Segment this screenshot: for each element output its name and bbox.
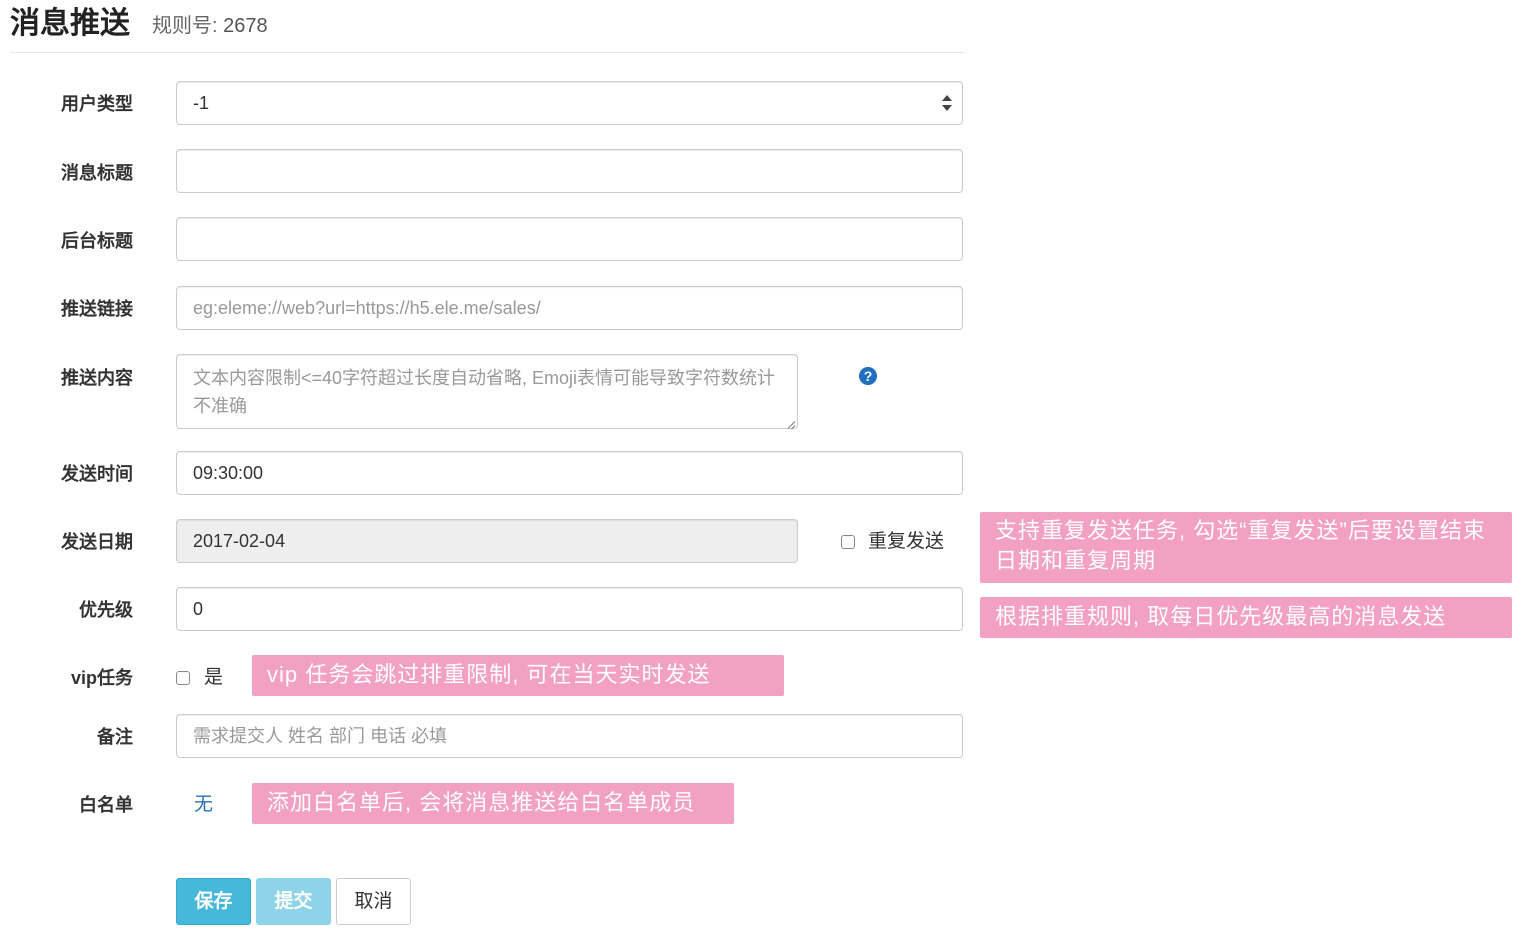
user-type-select[interactable]: -1 (176, 81, 963, 125)
push-link-input[interactable]: eg:eleme://web?url=https://h5.ele.me/sal… (176, 286, 963, 330)
user-type-label: 用户类型 (61, 94, 133, 114)
message-title-label: 消息标题 (61, 163, 133, 183)
user-type-value: -1 (193, 93, 210, 113)
push-content-placeholder: 文本内容限制<=40字符超过长度自动省略, Emoji表情可能导致字符数统计不准… (193, 368, 776, 416)
message-title-input[interactable] (176, 149, 963, 193)
whitelist-note: 添加白名单后, 会将消息推送给白名单成员 (252, 783, 734, 824)
resize-handle-icon[interactable] (785, 416, 795, 426)
backend-title-label: 后台标题 (61, 231, 133, 251)
save-button[interactable]: 保存 (176, 878, 251, 925)
whitelist-link[interactable]: 无 (194, 793, 213, 817)
push-content-textarea[interactable]: 文本内容限制<=40字符超过长度自动省略, Emoji表情可能导致字符数统计不准… (176, 354, 798, 429)
cancel-button[interactable]: 取消 (336, 878, 411, 925)
page-header: 消息推送 规则号: 2678 (10, 4, 965, 53)
vip-task-label: vip任务 (70, 668, 133, 688)
push-content-label: 推送内容 (61, 368, 133, 388)
priority-note: 根据排重规则, 取每日优先级最高的消息发送 (980, 597, 1512, 638)
whitelist-label: 白名单 (79, 795, 133, 815)
remark-label: 备注 (97, 727, 133, 747)
priority-input[interactable]: 0 (176, 587, 963, 631)
vip-task-note: vip 任务会跳过排重限制, 可在当天实时发送 (252, 655, 784, 696)
rule-number-value: 2678 (223, 15, 268, 37)
send-date-input[interactable]: 2017-02-04 (176, 519, 798, 563)
submit-button[interactable]: 提交 (256, 878, 331, 925)
select-arrows-icon (942, 95, 952, 113)
send-date-label: 发送日期 (61, 532, 133, 552)
rule-number-label: 规则号: (152, 15, 218, 37)
backend-title-input[interactable] (176, 217, 963, 261)
repeat-send-checkbox[interactable] (841, 535, 855, 549)
repeat-send-label[interactable]: 重复发送 (868, 530, 944, 554)
vip-task-checkbox[interactable] (176, 671, 190, 685)
push-link-label: 推送链接 (61, 299, 133, 319)
question-circle-icon[interactable]: ? (859, 367, 877, 385)
remark-input[interactable]: 需求提交人 姓名 部门 电话 必填 (176, 714, 963, 758)
rule-number: 规则号: 2678 (152, 13, 268, 39)
send-time-label: 发送时间 (61, 464, 133, 484)
repeat-send-note: 支持重复发送任务, 勾选“重复发送”后要设置结束日期和重复周期 (980, 512, 1512, 583)
page-title: 消息推送 (10, 7, 130, 40)
priority-label: 优先级 (79, 600, 133, 620)
vip-task-checkbox-label[interactable]: 是 (204, 666, 223, 690)
send-time-input[interactable]: 09:30:00 (176, 451, 963, 495)
